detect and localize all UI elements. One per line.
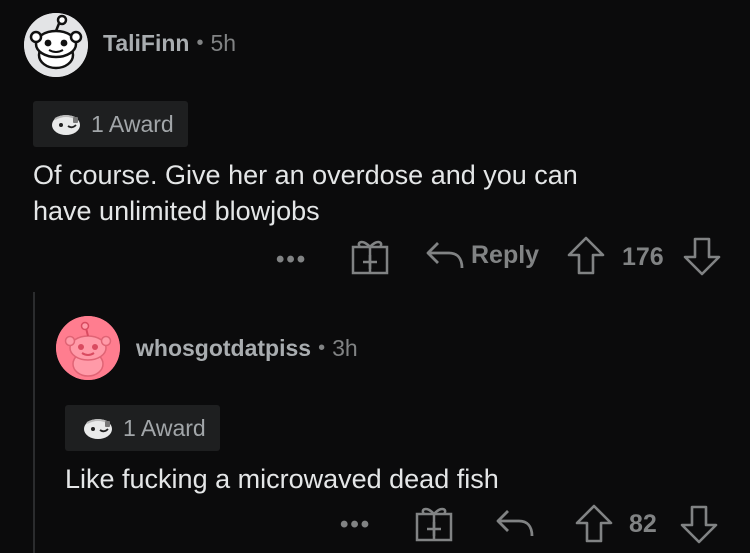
gift-icon[interactable] bbox=[350, 236, 390, 276]
avatar[interactable] bbox=[24, 13, 88, 77]
username[interactable]: TaliFinn bbox=[103, 30, 189, 57]
separator-dot: • bbox=[318, 337, 326, 359]
vote-score: 176 bbox=[622, 243, 664, 271]
award-badge[interactable]: 1 Award bbox=[65, 405, 220, 451]
upvote-icon[interactable] bbox=[574, 503, 614, 545]
snoo-avatar-icon bbox=[24, 13, 88, 77]
downvote-icon[interactable] bbox=[679, 503, 719, 545]
vote-score: 82 bbox=[629, 510, 657, 538]
more-options-button[interactable]: ••• bbox=[276, 246, 307, 274]
reply-label: Reply bbox=[471, 240, 540, 269]
comment-body: Of course. Give her an overdose and you … bbox=[33, 157, 733, 229]
reply-icon[interactable] bbox=[495, 506, 535, 540]
reply-button[interactable]: Reply bbox=[425, 238, 539, 272]
award-badge[interactable]: 1 Award bbox=[33, 101, 188, 147]
comment-body: Like fucking a microwaved dead fish bbox=[65, 464, 499, 494]
avatar[interactable] bbox=[56, 316, 120, 380]
upvote-icon[interactable] bbox=[566, 235, 606, 277]
snoo-avatar-icon bbox=[56, 316, 120, 380]
award-icon bbox=[84, 419, 112, 439]
downvote-icon[interactable] bbox=[682, 235, 722, 277]
comment-body-line: Of course. Give her an overdose and you … bbox=[33, 160, 578, 190]
comment-meta: TaliFinn • 5h bbox=[103, 30, 236, 57]
award-label: 1 Award bbox=[123, 414, 206, 441]
reply-icon bbox=[426, 242, 464, 269]
gift-icon[interactable] bbox=[414, 503, 454, 543]
separator-dot: • bbox=[196, 32, 204, 54]
comment-age: 3h bbox=[332, 335, 358, 361]
comment-age: 5h bbox=[210, 30, 237, 56]
comment-meta: whosgotdatpiss • 3h bbox=[136, 335, 358, 362]
username[interactable]: whosgotdatpiss bbox=[136, 335, 311, 362]
award-icon bbox=[52, 115, 80, 135]
comment-body-line: have unlimited blowjobs bbox=[33, 196, 320, 226]
award-label: 1 Award bbox=[91, 110, 174, 137]
more-options-button[interactable]: ••• bbox=[340, 511, 371, 539]
thread-line[interactable] bbox=[33, 292, 35, 553]
